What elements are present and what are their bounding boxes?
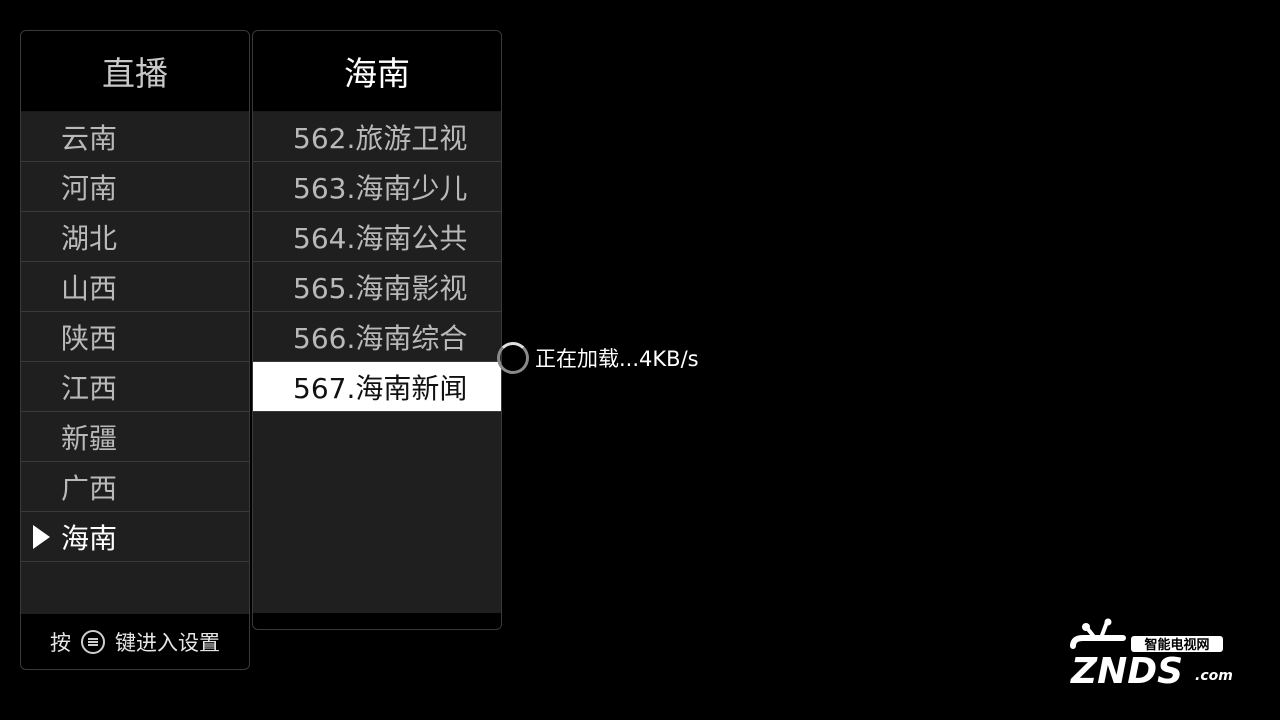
channel-item-label: 565.海南影视 xyxy=(293,271,468,305)
category-item-label: 海南 xyxy=(61,521,118,555)
category-list: 云南 河南 湖北 山西 陕西 江西 新疆 广西 海南 xyxy=(21,112,249,562)
channel-item-label: 564.海南公共 xyxy=(293,221,468,255)
category-panel-title: 直播 xyxy=(21,31,249,112)
category-item-label: 云南 xyxy=(61,121,118,155)
category-item-label: 新疆 xyxy=(61,421,118,455)
category-item-shaanxi[interactable]: 陕西 xyxy=(21,312,249,362)
play-arrow-icon xyxy=(33,524,50,549)
category-panel: 直播 云南 河南 湖北 山西 陕西 江西 新疆 广西 海南 按 键进入设置 xyxy=(20,30,250,670)
logo-suffix-text: .com xyxy=(1195,668,1233,684)
category-item-label: 陕西 xyxy=(61,321,118,355)
category-item-label: 湖北 xyxy=(61,221,118,255)
category-item-label: 江西 xyxy=(61,371,118,405)
channel-item[interactable]: 562.旅游卫视 xyxy=(253,112,501,162)
category-item-guangxi[interactable]: 广西 xyxy=(21,462,249,512)
loading-indicator: 正在加载...4KB/s xyxy=(497,342,699,374)
category-item-henan[interactable]: 河南 xyxy=(21,162,249,212)
category-item-label: 广西 xyxy=(61,471,118,505)
category-item-label: 河南 xyxy=(61,171,118,205)
channel-item[interactable]: 564.海南公共 xyxy=(253,212,501,262)
category-item-shanxi[interactable]: 山西 xyxy=(21,262,249,312)
channel-list: 562.旅游卫视 563.海南少儿 564.海南公共 565.海南影视 566.… xyxy=(253,112,501,412)
channel-panel: 海南 562.旅游卫视 563.海南少儿 564.海南公共 565.海南影视 5… xyxy=(252,30,502,630)
channel-item-label: 566.海南综合 xyxy=(293,321,468,355)
menu-key-icon xyxy=(81,629,105,654)
channel-item-label: 562.旅游卫视 xyxy=(293,121,468,155)
category-item-jiangxi[interactable]: 江西 xyxy=(21,362,249,412)
channel-item[interactable]: 565.海南影视 xyxy=(253,262,501,312)
category-item-xinjiang[interactable]: 新疆 xyxy=(21,412,249,462)
channel-item-label: 563.海南少儿 xyxy=(293,171,468,205)
settings-hint-suffix: 键进入设置 xyxy=(115,630,220,655)
channel-panel-title: 海南 xyxy=(253,31,501,112)
category-item-hubei[interactable]: 湖北 xyxy=(21,212,249,262)
settings-hint-prefix: 按 xyxy=(50,630,71,655)
category-item-label: 山西 xyxy=(61,271,118,305)
loading-text: 正在加载...4KB/s xyxy=(535,347,699,371)
channel-item[interactable]: 563.海南少儿 xyxy=(253,162,501,212)
category-item-hainan[interactable]: 海南 xyxy=(21,512,249,562)
channel-item-label: 567.海南新闻 xyxy=(293,371,468,405)
channel-panel-bottom xyxy=(253,613,501,629)
channel-item[interactable]: 566.海南综合 xyxy=(253,312,501,362)
spinner-icon xyxy=(497,342,529,374)
category-item-yunnan[interactable]: 云南 xyxy=(21,112,249,162)
znds-logo: 智能电视网 ZNDS .com xyxy=(1070,618,1233,692)
settings-hint: 按 键进入设置 xyxy=(21,614,249,669)
logo-brand-text: ZNDS xyxy=(1070,651,1183,692)
channel-item-active[interactable]: 567.海南新闻 xyxy=(253,362,501,412)
